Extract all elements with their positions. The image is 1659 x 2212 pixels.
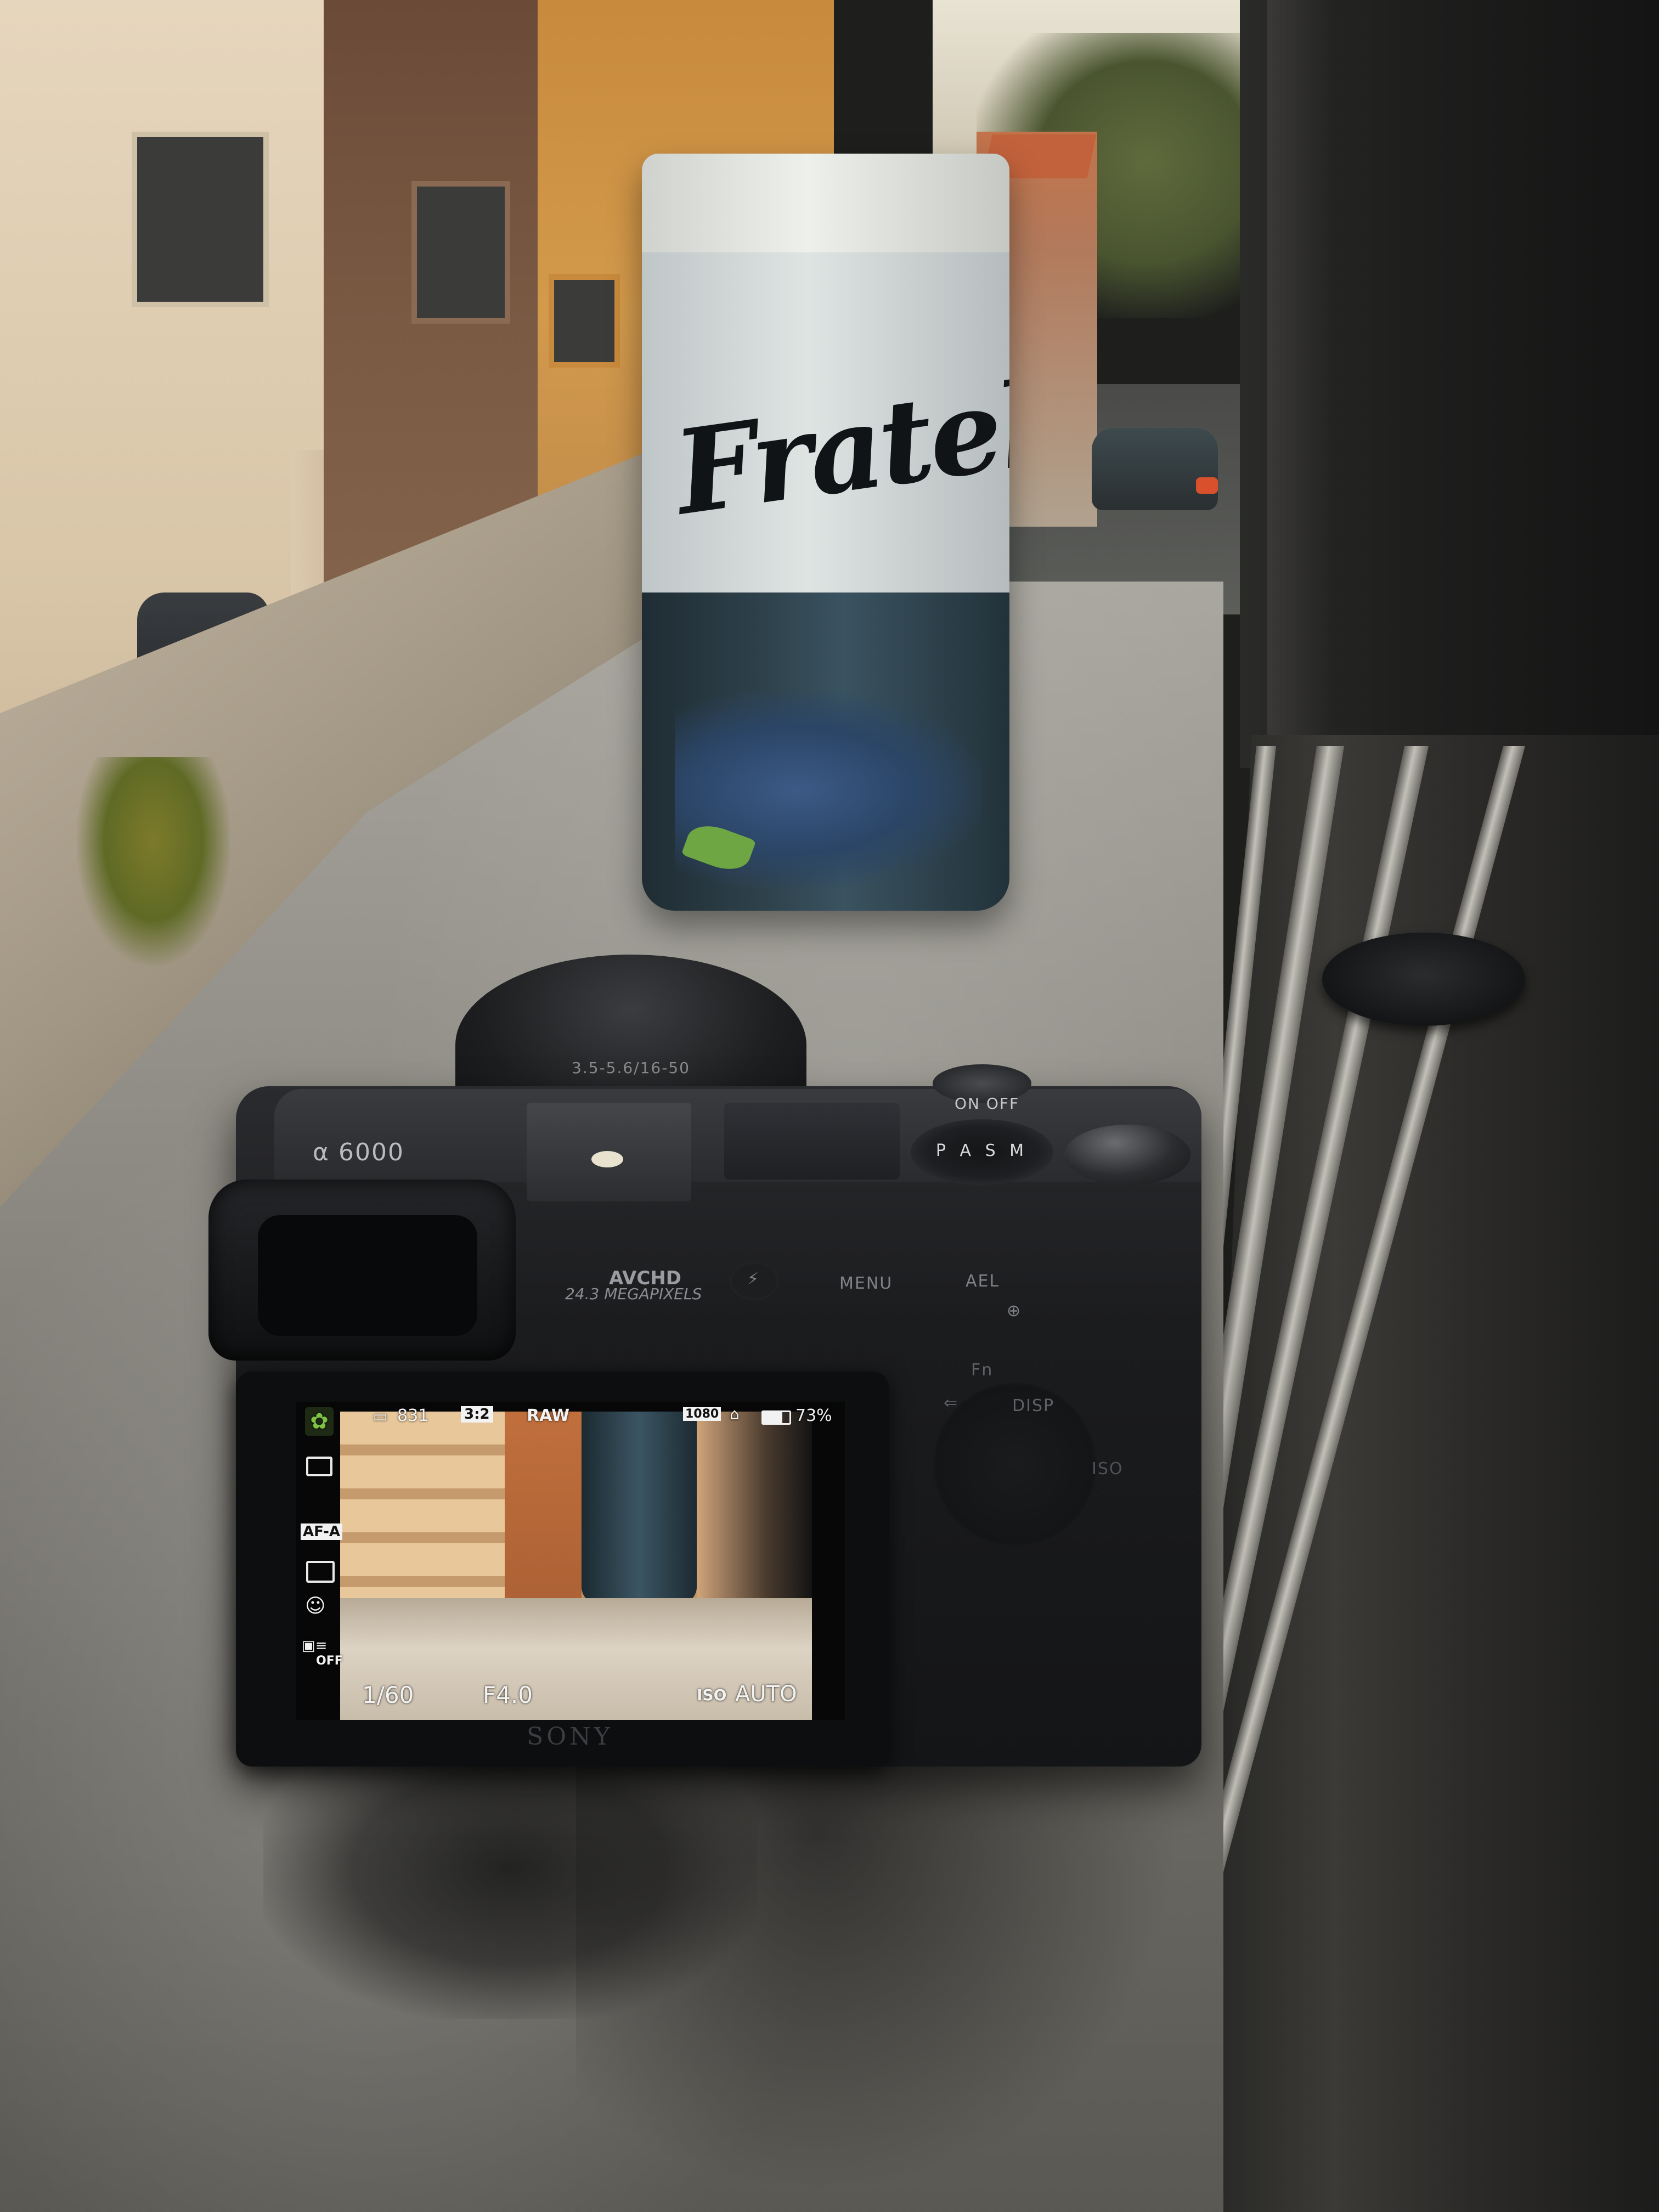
steady-shot-icon: ▣≡ xyxy=(302,1638,328,1654)
flash-panel xyxy=(724,1103,900,1180)
camera-model-label: α 6000 xyxy=(313,1138,404,1166)
building-window xyxy=(549,274,620,368)
shots-remaining: 831 xyxy=(397,1406,429,1425)
lens-marking: 3.5-5.6/16-50 xyxy=(572,1059,690,1077)
live-view xyxy=(340,1412,812,1720)
lcd-screen: ✿ AF-A ☺ ▣≡ OFF ▭ 831 3:2 RAW 1080 ⌂ 73%… xyxy=(296,1402,845,1720)
iso-button: ISO xyxy=(1092,1459,1124,1479)
hot-shoe-contact xyxy=(591,1151,623,1167)
shutter-speed: 1/60 xyxy=(362,1681,414,1708)
memory-card-icon: ▭ xyxy=(373,1407,388,1425)
shrub xyxy=(77,757,230,966)
fn-button: Fn xyxy=(971,1361,994,1380)
iso-value: AUTO xyxy=(735,1681,797,1707)
battery-level: 73% xyxy=(795,1406,832,1425)
osd-left-column: ✿ AF-A ☺ ▣≡ OFF xyxy=(296,1402,343,1720)
control-dial xyxy=(1064,1125,1190,1185)
focus-area-icon xyxy=(306,1561,335,1583)
building-window xyxy=(132,132,269,307)
focus-mode: AF-A xyxy=(301,1523,342,1540)
flash-icon: ⚡ xyxy=(747,1269,760,1289)
scene-auto-icon: ✿ xyxy=(305,1407,334,1436)
parked-car xyxy=(1092,428,1218,510)
mode-dial-labels: P A S M xyxy=(935,1141,1029,1160)
tin-lid xyxy=(642,154,1009,258)
protein-tin: Fratel xyxy=(642,154,1009,911)
window-frame-edge xyxy=(1267,0,1328,768)
wifi-icon: ⌂ xyxy=(730,1405,740,1423)
disp-button: DISP xyxy=(1012,1396,1055,1415)
iso-label: ISO xyxy=(697,1686,727,1704)
movie-size: 1080 xyxy=(683,1407,721,1421)
aspect-ratio: 3:2 xyxy=(461,1406,493,1423)
megapixels-badge: 24.3 MEGAPIXELS xyxy=(565,1285,702,1303)
sony-logo: SONY xyxy=(527,1723,613,1751)
photo-scene: Fratel 3.5-5.6/16-50 α 6000 ON OFF P A S… xyxy=(0,0,1659,2212)
image-quality: RAW xyxy=(527,1406,570,1425)
steady-shot-status: OFF xyxy=(316,1654,343,1668)
zoom-icon: ⊕ xyxy=(1007,1301,1022,1321)
live-view-tin xyxy=(582,1412,697,1604)
battery-icon xyxy=(761,1410,791,1425)
building-window xyxy=(411,181,510,324)
playback-icon: ⇐ xyxy=(944,1393,959,1413)
camera-shadow-dark xyxy=(263,1767,757,2019)
lens-cap xyxy=(1322,933,1525,1026)
power-label: ON OFF xyxy=(955,1094,1020,1113)
aperture: F4.0 xyxy=(483,1681,533,1708)
viewfinder-window xyxy=(258,1215,477,1336)
tail-light xyxy=(1196,477,1218,494)
drive-mode-icon xyxy=(306,1457,332,1476)
ael-button: AEL xyxy=(966,1272,1000,1291)
menu-button: MENU xyxy=(839,1274,893,1293)
face-detect-icon: ☺ xyxy=(305,1595,326,1617)
